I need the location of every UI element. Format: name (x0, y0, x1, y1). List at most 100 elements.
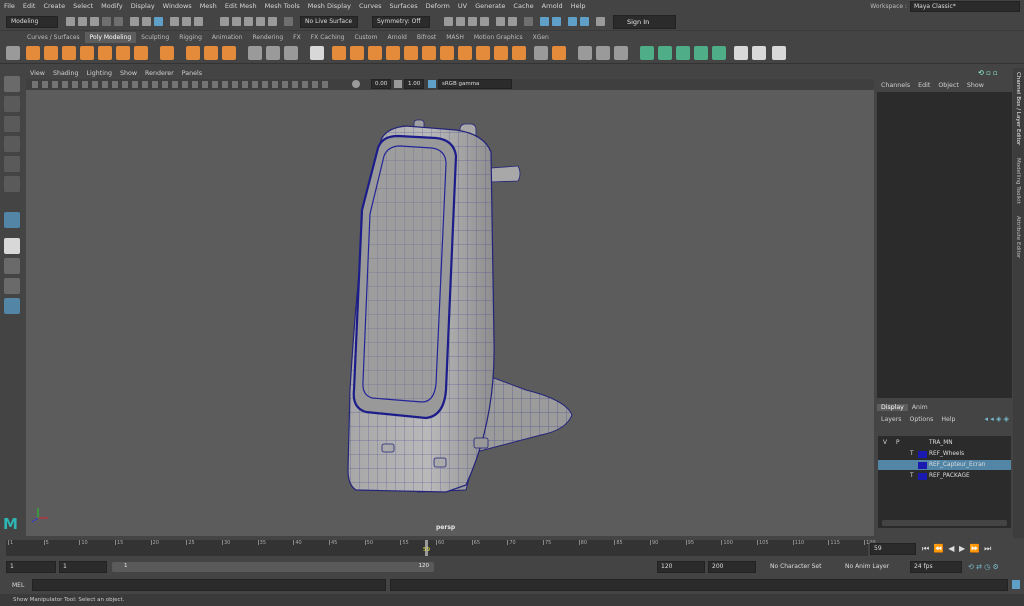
make-hole-icon[interactable] (422, 46, 436, 60)
menu-set-dropdown[interactable]: Modeling (6, 16, 58, 28)
camera-icon[interactable] (540, 17, 549, 26)
menu-generate[interactable]: Generate (471, 0, 509, 13)
menu-arnold[interactable]: Arnold (538, 0, 567, 13)
multi-cut-icon[interactable] (578, 46, 592, 60)
color-management-icon[interactable] (428, 80, 436, 88)
new-scene-icon[interactable] (66, 17, 75, 26)
range-slider[interactable]: 1 120 (112, 562, 434, 572)
triangulate-icon[interactable] (512, 46, 526, 60)
select-hierarchy-icon[interactable] (130, 17, 139, 26)
select-tool-icon[interactable] (4, 76, 20, 92)
sew-uv-icon[interactable] (772, 46, 786, 60)
poly-cylinder-icon[interactable] (62, 46, 76, 60)
options-menu[interactable]: Options (905, 416, 937, 423)
poly-torus-icon[interactable] (98, 46, 112, 60)
channel-box-toggle-icon[interactable] (596, 17, 605, 26)
fill-hole-icon[interactable] (404, 46, 418, 60)
menu-mesh-display[interactable]: Mesh Display (304, 0, 355, 13)
menu-windows[interactable]: Windows (159, 0, 196, 13)
combine-icon[interactable] (248, 46, 262, 60)
save-scene-icon[interactable] (90, 17, 99, 26)
attribute-editor-toggle-icon[interactable] (580, 17, 589, 26)
snap-view-icon[interactable] (256, 17, 265, 26)
merge-icon[interactable] (440, 46, 454, 60)
panel-menu-shading[interactable]: Shading (49, 68, 83, 79)
shelf-tab-bifrost[interactable]: Bifrost (412, 32, 441, 43)
playback-controls[interactable]: ⏮ ⏪ ◀ ▶ ⏩ ⏭ (922, 543, 1022, 555)
menu-mesh[interactable]: Mesh (196, 0, 221, 13)
help-menu[interactable]: Help (937, 416, 959, 423)
exposure-field[interactable]: 0.00 (371, 79, 391, 89)
layer-color-swatch[interactable] (918, 462, 927, 469)
hypershade-icon[interactable] (496, 17, 505, 26)
tab-display[interactable]: Display (877, 403, 908, 411)
gamma-icon[interactable] (394, 80, 402, 88)
snap-surface-icon[interactable] (268, 17, 277, 26)
panel-layout-icon[interactable] (552, 17, 561, 26)
snap-grid-icon[interactable] (220, 17, 229, 26)
move-tool-icon[interactable] (4, 136, 20, 152)
menu-deform[interactable]: Deform (422, 0, 454, 13)
wedge-icon[interactable] (552, 46, 566, 60)
separate-icon[interactable] (266, 46, 280, 60)
shelf-tab-fx[interactable]: FX (288, 32, 306, 43)
shelf-tab-motion-graphics[interactable]: Motion Graphics (469, 32, 528, 43)
shelf-tab-arnold[interactable]: Arnold (382, 32, 411, 43)
platonic-solid-icon[interactable] (160, 46, 174, 60)
render-frame-icon[interactable] (456, 17, 465, 26)
four-view-layout-icon[interactable] (4, 258, 20, 274)
shelf-tab-sculpting[interactable]: Sculpting (136, 32, 174, 43)
animation-start-field[interactable]: 1 (6, 561, 56, 573)
poly-plane-icon[interactable] (116, 46, 130, 60)
menu-edit-mesh[interactable]: Edit Mesh (221, 0, 261, 13)
channel-box-float-icon[interactable]: ⟲ ▫ ▫ (978, 69, 998, 77)
color-space-dropdown[interactable]: sRGB gamma (438, 79, 512, 89)
menu-mesh-tools[interactable]: Mesh Tools (261, 0, 304, 13)
shelf-tab-poly-modeling[interactable]: Poly Modeling (84, 32, 137, 43)
layer-row[interactable]: REF_Capteur_Ecran (878, 460, 1011, 470)
time-slider[interactable]: 1 5 10 15 20 25 30 35 40 45 50 55 60 65 70 75 80 85 90 95 10… (6, 540, 876, 556)
menu-select[interactable]: Select (69, 0, 97, 13)
shelf-tab-rendering[interactable]: Rendering (248, 32, 289, 43)
super-shape-icon[interactable] (186, 46, 200, 60)
shelf-tab-curves-surfaces[interactable]: Curves / Surfaces (22, 32, 85, 43)
anim-layer-dropdown[interactable]: No Anim Layer (845, 561, 905, 573)
menu-curves[interactable]: Curves (355, 0, 386, 13)
shelf-tab-xgen[interactable]: XGen (528, 32, 554, 43)
boolean-icon[interactable] (310, 46, 324, 60)
channel-box-menu-edit[interactable]: Edit (914, 82, 934, 89)
menu-uv[interactable]: UV (454, 0, 471, 13)
workspace-dropdown[interactable]: Maya Classic* (910, 1, 1020, 12)
snap-curve-icon[interactable] (232, 17, 241, 26)
character-set-dropdown[interactable]: No Character Set (770, 561, 836, 573)
layer-display-type[interactable]: T (910, 449, 914, 459)
channel-box-menu-channels[interactable]: Channels (877, 82, 914, 89)
type-tool-icon[interactable] (204, 46, 218, 60)
fps-dropdown[interactable]: 24 fps (910, 561, 962, 573)
current-frame-field[interactable]: 59 (870, 543, 916, 555)
shelf-tab-animation[interactable]: Animation (207, 32, 248, 43)
channel-box-menu-show[interactable]: Show (963, 82, 988, 89)
layer-row[interactable]: T REF_Wheels (878, 449, 1011, 459)
script-language-toggle[interactable]: MEL (6, 580, 30, 591)
quadrangulate-icon[interactable] (534, 46, 548, 60)
undo-icon[interactable] (102, 17, 111, 26)
bevel-icon[interactable] (368, 46, 382, 60)
perspective-viewport[interactable]: persp (26, 90, 874, 536)
layers-menu[interactable]: Layers (877, 416, 905, 423)
two-view-layout-icon[interactable] (4, 278, 20, 294)
layer-display-type[interactable]: T (910, 471, 914, 481)
show-manipulator-tool-icon[interactable] (4, 212, 20, 228)
live-surface-field[interactable]: No Live Surface (300, 16, 358, 28)
cut-uv-icon[interactable] (752, 46, 766, 60)
menu-display[interactable]: Display (127, 0, 159, 13)
history-icon[interactable] (444, 17, 453, 26)
gamma-field[interactable]: 1.00 (404, 79, 424, 89)
ipr-render-icon[interactable] (468, 17, 477, 26)
uv-editor-icon[interactable] (734, 46, 748, 60)
playback-end-field[interactable]: 120 (657, 561, 705, 573)
sign-in-button[interactable]: Sign In (613, 15, 676, 29)
shelf-tab-fx-caching[interactable]: FX Caching (306, 32, 350, 43)
channel-box-menu-object[interactable]: Object (934, 82, 963, 89)
animation-end-field[interactable]: 200 (708, 561, 756, 573)
